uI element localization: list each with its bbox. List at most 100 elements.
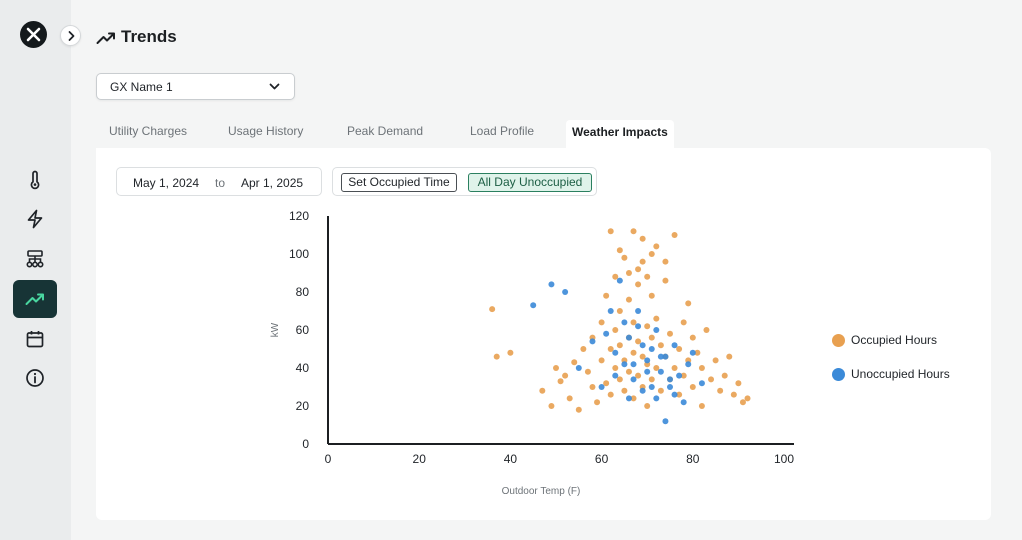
occupied-point bbox=[721, 372, 728, 379]
occupied-point bbox=[680, 319, 687, 326]
sidebar bbox=[0, 0, 81, 540]
chevron-down-icon bbox=[269, 83, 280, 90]
y-axis-label: kW bbox=[270, 322, 281, 337]
occupied-point bbox=[580, 346, 587, 352]
occupied-point bbox=[621, 387, 628, 394]
nav-energy[interactable] bbox=[13, 200, 57, 238]
unoccupied-point bbox=[680, 399, 687, 406]
tab-usage-history[interactable]: Usage History bbox=[228, 124, 303, 138]
occupied-point bbox=[539, 387, 546, 394]
occupied-point bbox=[562, 372, 569, 379]
occupied-point bbox=[667, 330, 673, 337]
site-select[interactable]: GX Name 1 bbox=[96, 73, 295, 100]
unoccupied-point bbox=[530, 302, 537, 309]
occupied-point bbox=[703, 327, 710, 333]
occupied-point bbox=[657, 387, 664, 394]
unoccupied-point bbox=[621, 319, 628, 326]
unoccupied-point bbox=[698, 380, 705, 387]
occupied-point bbox=[744, 395, 751, 402]
thermometer-icon bbox=[30, 170, 40, 190]
nav-hierarchy[interactable] bbox=[13, 240, 57, 278]
y-tick-label: 60 bbox=[296, 323, 310, 337]
unoccupied-point bbox=[630, 361, 637, 368]
unoccupied-point bbox=[616, 277, 623, 284]
occupied-point bbox=[662, 277, 669, 284]
x-axis-label: Outdoor Temp (F) bbox=[502, 486, 581, 497]
occupied-point bbox=[625, 296, 632, 303]
occupied-point bbox=[625, 270, 632, 276]
unoccupied-point bbox=[639, 387, 646, 394]
unoccupied-point bbox=[676, 372, 683, 379]
nav-trends[interactable] bbox=[13, 280, 57, 318]
unoccupied-point bbox=[667, 376, 673, 383]
occupied-point bbox=[635, 266, 642, 273]
y-tick-label: 0 bbox=[302, 437, 309, 451]
occupied-point bbox=[689, 384, 696, 390]
occupied-point bbox=[639, 235, 646, 242]
occupied-point bbox=[630, 228, 637, 235]
occupied-point bbox=[557, 378, 564, 385]
y-tick-label: 20 bbox=[296, 399, 310, 413]
info-icon bbox=[26, 369, 44, 387]
occupied-point bbox=[598, 357, 605, 364]
tab-utility-charges[interactable]: Utility Charges bbox=[109, 124, 187, 138]
occupied-point bbox=[644, 403, 651, 409]
occupied-point bbox=[653, 315, 660, 322]
tab-weather-impacts[interactable]: Weather Impacts bbox=[566, 120, 674, 148]
occupied-point bbox=[644, 323, 651, 330]
unoccupied-point bbox=[644, 357, 651, 364]
trending-up-icon bbox=[96, 32, 115, 44]
nav-calendar[interactable] bbox=[13, 320, 57, 358]
unoccupied-point bbox=[625, 395, 632, 402]
unoccupied-point bbox=[589, 338, 596, 345]
nav-info[interactable] bbox=[13, 359, 57, 397]
occupied-point bbox=[671, 365, 678, 371]
unoccupied-point bbox=[648, 346, 655, 352]
page-title: Trends bbox=[121, 27, 177, 46]
occupied-point bbox=[730, 391, 737, 398]
unoccupied-point bbox=[671, 391, 678, 398]
occupied-point bbox=[735, 380, 742, 387]
occupied-point bbox=[648, 251, 655, 257]
occupied-point bbox=[589, 384, 596, 390]
unoccupied-point bbox=[653, 395, 660, 402]
occupied-point bbox=[607, 391, 614, 398]
tab-load-profile[interactable]: Load Profile bbox=[470, 124, 534, 138]
occupied-point bbox=[553, 365, 559, 371]
x-tick-label: 20 bbox=[413, 452, 427, 466]
calendar-icon bbox=[26, 331, 44, 348]
occupied-point bbox=[548, 403, 555, 409]
occupied-point bbox=[598, 319, 605, 326]
occupied-point bbox=[648, 292, 655, 299]
occupied-point bbox=[717, 387, 724, 394]
occupied-point bbox=[616, 308, 623, 314]
expand-sidebar-button[interactable] bbox=[60, 25, 81, 46]
y-tick-label: 120 bbox=[289, 209, 309, 223]
unoccupied-point bbox=[653, 327, 660, 333]
occupied-point bbox=[639, 258, 646, 265]
occupied-point bbox=[575, 406, 582, 413]
occupied-point bbox=[566, 395, 573, 402]
occupied-point bbox=[689, 334, 696, 341]
weather-impacts-panel: May 1, 2024 to Apr 1, 2025 Set Occupied … bbox=[96, 148, 991, 520]
unoccupied-point bbox=[630, 376, 637, 383]
occupied-point bbox=[726, 353, 733, 360]
occupied-point bbox=[594, 399, 601, 406]
brand-logo[interactable] bbox=[20, 21, 47, 48]
occupied-point bbox=[698, 365, 705, 371]
nav-temperature[interactable] bbox=[13, 161, 57, 199]
lightning-icon bbox=[27, 209, 43, 229]
occupied-point bbox=[603, 292, 610, 299]
occupied-point bbox=[635, 281, 642, 288]
unoccupied-point bbox=[625, 334, 632, 341]
legend-occupied-swatch bbox=[832, 334, 845, 347]
y-tick-label: 100 bbox=[289, 247, 309, 261]
tab-peak-demand[interactable]: Peak Demand bbox=[347, 124, 423, 138]
occupied-point bbox=[489, 306, 496, 313]
occupied-point bbox=[671, 232, 678, 238]
occupied-point bbox=[612, 365, 619, 371]
occupied-point bbox=[644, 273, 651, 280]
unoccupied-point bbox=[612, 349, 619, 356]
occupied-point bbox=[621, 254, 628, 261]
legend-occupied-label: Occupied Hours bbox=[851, 333, 938, 347]
